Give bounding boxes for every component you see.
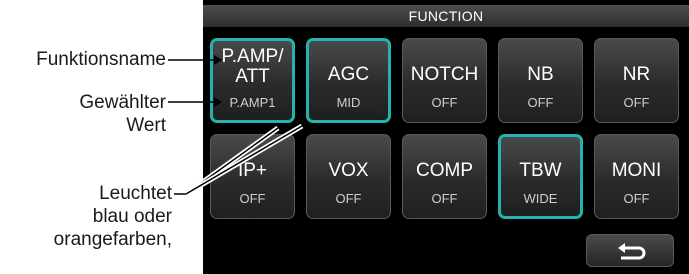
callout-leader-lines	[168, 55, 304, 197]
leader-function-name-arrow	[214, 55, 222, 65]
leader-selected-value-arrow	[214, 97, 222, 107]
leader-lights-to-agc-core	[185, 125, 303, 195]
